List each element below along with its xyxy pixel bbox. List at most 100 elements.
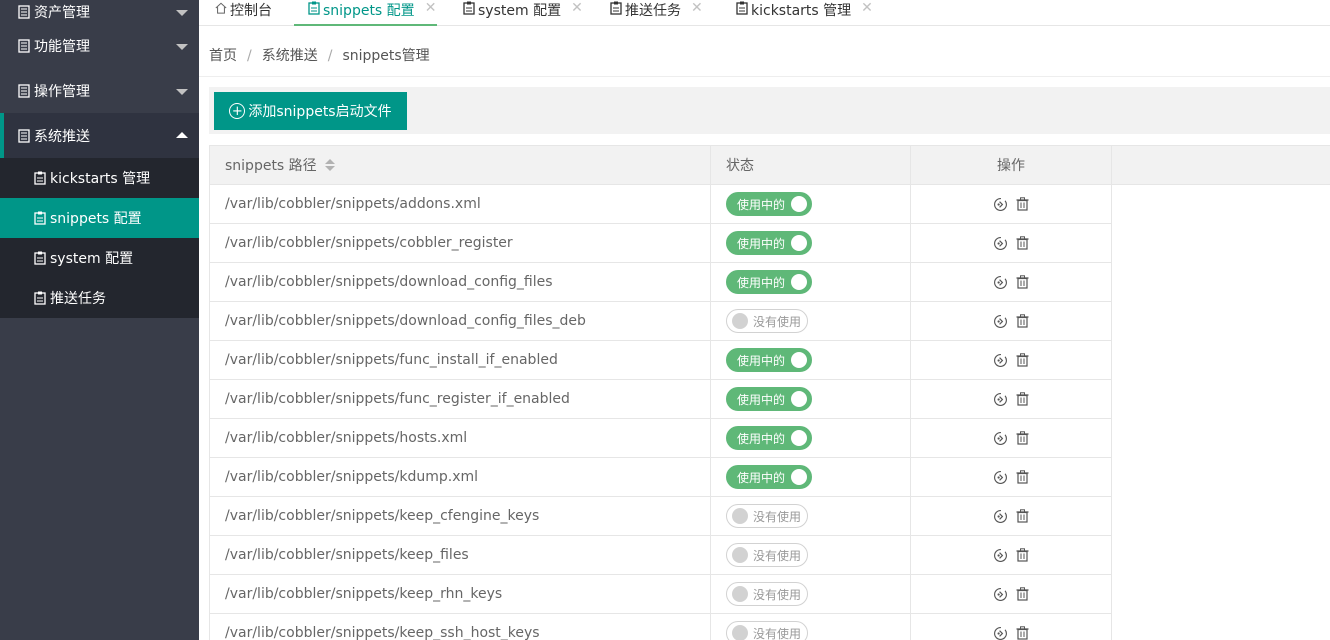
toggle-knob	[732, 313, 748, 329]
tab-console[interactable]: 控制台	[215, 0, 272, 26]
trash-icon[interactable]	[1014, 430, 1030, 446]
path-text: /var/lib/cobbler/snippets/download_confi…	[225, 274, 553, 290]
status-label: 没有使用	[753, 626, 802, 640]
status-toggle[interactable]: 使用中的	[726, 348, 812, 372]
toggle-knob	[791, 196, 807, 212]
ops-cell	[911, 185, 1112, 224]
table-row: /var/lib/cobbler/snippets/keep_ssh_host_…	[209, 614, 1330, 640]
status-cell: 没有使用	[711, 497, 911, 536]
status-cell: 没有使用	[711, 302, 911, 341]
status-label: 没有使用	[753, 548, 802, 563]
breadcrumb-home[interactable]: 首页	[209, 45, 237, 65]
trash-icon[interactable]	[1014, 391, 1030, 407]
sort-icon[interactable]	[324, 159, 335, 171]
edit-icon[interactable]	[992, 235, 1008, 251]
status-toggle[interactable]: 使用中的	[726, 270, 812, 294]
table-row: /var/lib/cobbler/snippets/addons.xml 使用中的	[209, 185, 1330, 224]
close-icon[interactable]: ✕	[691, 0, 703, 16]
trash-icon[interactable]	[1014, 196, 1030, 212]
ops-cell	[911, 341, 1112, 380]
status-toggle[interactable]: 没有使用	[726, 309, 808, 333]
toggle-knob	[791, 430, 807, 446]
edit-icon[interactable]	[992, 313, 1008, 329]
add-snippet-button[interactable]: + 添加snippets启动文件	[214, 92, 407, 130]
trash-icon[interactable]	[1014, 625, 1030, 640]
plus-circle-icon: +	[229, 103, 246, 119]
trash-icon[interactable]	[1014, 352, 1030, 368]
status-toggle[interactable]: 没有使用	[726, 543, 808, 567]
toggle-knob	[791, 391, 807, 407]
path-text: /var/lib/cobbler/snippets/keep_rhn_keys	[225, 586, 503, 602]
status-label: 使用中的	[737, 431, 786, 446]
doc-icon	[18, 38, 30, 53]
trash-icon[interactable]	[1014, 274, 1030, 290]
sidebar: 资产管理 功能管理 操作管理 系统推送 kickstarts 管理 snippe…	[0, 0, 199, 640]
path-cell: /var/lib/cobbler/snippets/keep_ssh_host_…	[209, 614, 711, 640]
breadcrumb-separator: /	[247, 48, 252, 64]
trash-icon[interactable]	[1014, 235, 1030, 251]
status-toggle[interactable]: 没有使用	[726, 582, 808, 606]
close-icon[interactable]: ✕	[571, 0, 583, 16]
edit-icon[interactable]	[992, 352, 1008, 368]
close-icon[interactable]: ✕	[425, 0, 437, 16]
status-toggle[interactable]: 使用中的	[726, 426, 812, 450]
status-cell: 使用中的	[711, 341, 911, 380]
tab-kickstarts[interactable]: kickstarts 管理 ✕	[736, 0, 873, 26]
trash-icon[interactable]	[1014, 508, 1030, 524]
trash-icon[interactable]	[1014, 547, 1030, 563]
tab-bar: 控制台 snippets 配置 ✕ system 配置 ✕ 推送任务 ✕ kic…	[199, 0, 1330, 26]
menu-operation[interactable]: 操作管理	[0, 68, 199, 113]
tab-push-tasks[interactable]: 推送任务 ✕	[610, 0, 703, 26]
table-row: /var/lib/cobbler/snippets/keep_cfengine_…	[209, 497, 1330, 536]
ops-cell	[911, 575, 1112, 614]
path-text: /var/lib/cobbler/snippets/cobbler_regist…	[225, 235, 513, 251]
status-toggle[interactable]: 没有使用	[726, 504, 808, 528]
menu-function[interactable]: 功能管理	[0, 23, 199, 68]
close-icon[interactable]: ✕	[861, 0, 873, 16]
toggle-knob	[791, 352, 807, 368]
trash-icon[interactable]	[1014, 313, 1030, 329]
submenu-item-push-tasks[interactable]: 推送任务	[0, 278, 199, 318]
status-toggle[interactable]: 使用中的	[726, 387, 812, 411]
menu-asset[interactable]: 资产管理	[0, 0, 199, 23]
status-toggle[interactable]: 没有使用	[726, 621, 808, 640]
tab-system[interactable]: system 配置 ✕	[463, 0, 583, 26]
edit-icon[interactable]	[992, 586, 1008, 602]
column-header-path[interactable]: snippets 路径	[209, 146, 711, 184]
table-body: /var/lib/cobbler/snippets/addons.xml 使用中的…	[209, 185, 1330, 640]
submenu-item-kickstarts[interactable]: kickstarts 管理	[0, 158, 199, 198]
column-header-label: 状态	[726, 158, 754, 174]
path-text: /var/lib/cobbler/snippets/addons.xml	[225, 196, 481, 212]
edit-icon[interactable]	[992, 508, 1008, 524]
edit-icon[interactable]	[992, 469, 1008, 485]
status-cell: 使用中的	[711, 380, 911, 419]
edit-icon[interactable]	[992, 430, 1008, 446]
status-toggle[interactable]: 使用中的	[726, 231, 812, 255]
tab-snippets[interactable]: snippets 配置 ✕	[294, 0, 437, 26]
trash-icon[interactable]	[1014, 586, 1030, 602]
status-toggle[interactable]: 使用中的	[726, 465, 812, 489]
path-cell: /var/lib/cobbler/snippets/func_register_…	[209, 380, 711, 419]
menu-system-push[interactable]: 系统推送	[0, 113, 199, 158]
edit-icon[interactable]	[992, 391, 1008, 407]
status-toggle[interactable]: 使用中的	[726, 192, 812, 216]
breadcrumb-system-push[interactable]: 系统推送	[262, 45, 318, 65]
edit-icon[interactable]	[992, 547, 1008, 563]
submenu-item-system[interactable]: system 配置	[0, 238, 199, 278]
trash-icon[interactable]	[1014, 469, 1030, 485]
submenu-item-snippets[interactable]: snippets 配置	[0, 198, 199, 238]
status-cell: 使用中的	[711, 458, 911, 497]
divider	[199, 76, 1330, 77]
toggle-knob	[791, 274, 807, 290]
edit-icon[interactable]	[992, 625, 1008, 640]
status-label: 使用中的	[737, 197, 786, 212]
menu-label: 系统推送	[34, 128, 90, 145]
status-cell: 使用中的	[711, 185, 911, 224]
table-row: /var/lib/cobbler/snippets/cobbler_regist…	[209, 224, 1330, 263]
status-cell: 没有使用	[711, 575, 911, 614]
edit-icon[interactable]	[992, 196, 1008, 212]
edit-icon[interactable]	[992, 274, 1008, 290]
path-text: /var/lib/cobbler/snippets/func_install_i…	[225, 352, 558, 368]
clipboard-icon	[610, 1, 622, 15]
column-header-label: snippets 路径	[225, 158, 317, 174]
